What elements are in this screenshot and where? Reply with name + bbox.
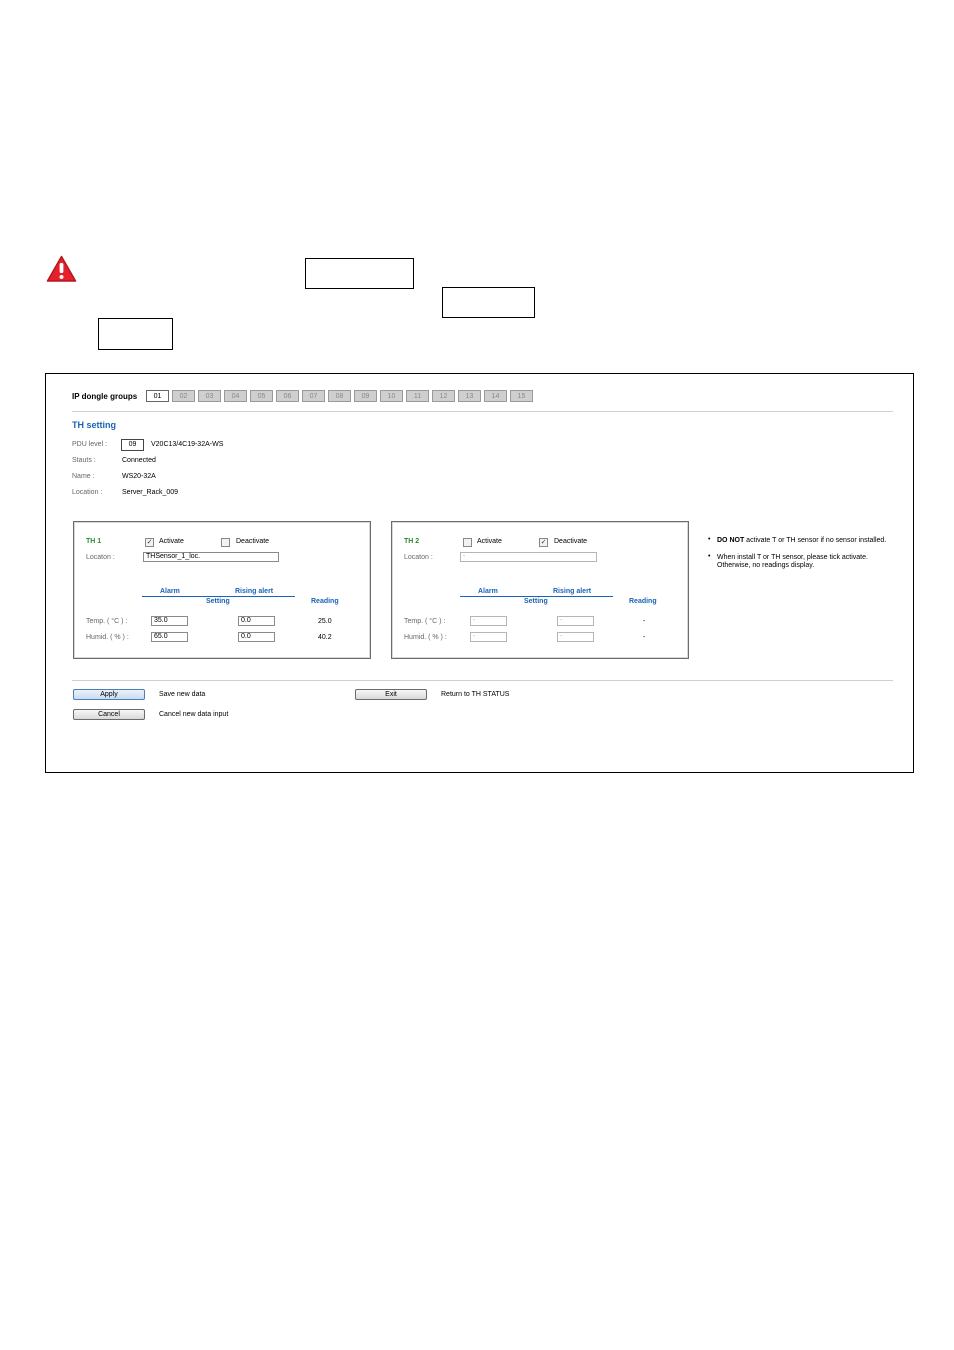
th2-humid-alarm-input[interactable]: - [470, 632, 507, 642]
th2-deactivate-checkbox[interactable]: ✓ [539, 538, 548, 547]
th1-humid-reading: 40.2 [318, 634, 332, 641]
pdu-level-value: 09 [121, 439, 144, 451]
document-box-2 [442, 287, 535, 318]
cancel-description: Cancel new data input [159, 711, 229, 718]
th2-rising-header: Rising alert [553, 588, 592, 595]
group-tab-10[interactable]: 10 [380, 390, 403, 402]
group-tab-06[interactable]: 06 [276, 390, 299, 402]
th1-deactivate-label: Deactivate [236, 538, 270, 545]
th1-humid-label: Humid. ( % ) : [86, 634, 129, 641]
th2-activate-label: Activate [477, 538, 502, 545]
document-box-3 [98, 318, 173, 350]
apply-button[interactable]: Apply [73, 689, 145, 700]
page-title: TH setting [72, 420, 116, 430]
note-2-line-1: When install T or TH sensor, please tick… [717, 554, 868, 561]
pdu-level-label: PDU level : [72, 441, 108, 448]
group-tab-12[interactable]: 12 [432, 390, 455, 402]
th1-location-input[interactable]: THSensor_1_loc. [143, 552, 279, 562]
apply-description: Save new data [159, 691, 206, 698]
group-tab-11[interactable]: 11 [406, 390, 429, 402]
th2-location-input[interactable]: - [460, 552, 597, 562]
name-label: Name : [72, 473, 95, 480]
th1-activate-label: Activate [159, 538, 184, 545]
th2-humid-label: Humid. ( % ) : [404, 634, 447, 641]
th1-temp-rising-input[interactable]: 0.0 [238, 616, 275, 626]
th1-panel: TH 1 ✓ Activate Deactivate Locaton : THS… [73, 521, 371, 659]
th1-rising-header: Rising alert [235, 588, 274, 595]
group-tab-14[interactable]: 14 [484, 390, 507, 402]
name-value: WS20-32A [122, 473, 156, 480]
group-tab-02[interactable]: 02 [172, 390, 195, 402]
th2-panel: TH 2 Activate ✓ Deactivate Locaton : - A… [391, 521, 689, 659]
th1-reading-header: Reading [311, 598, 339, 605]
th2-location-label: Locaton : [404, 554, 433, 561]
note-1: DO NOT activate T or TH sensor if no sen… [717, 537, 886, 544]
th1-alarm-header: Alarm [160, 588, 180, 595]
location-label: Location : [72, 489, 103, 496]
group-tab-01[interactable]: 01 [146, 390, 169, 402]
th2-setting-header: Setting [524, 598, 548, 605]
th1-temp-alarm-input[interactable]: 35.0 [151, 616, 188, 626]
group-tab-05[interactable]: 05 [250, 390, 273, 402]
divider-bottom [72, 680, 893, 681]
exit-button[interactable]: Exit [355, 689, 427, 700]
location-value: Server_Rack_009 [122, 489, 179, 496]
group-tab-04[interactable]: 04 [224, 390, 247, 402]
th2-activate-checkbox[interactable] [463, 538, 472, 547]
th1-title: TH 1 [86, 538, 102, 545]
th2-temp-label: Temp. ( °C ) : [404, 618, 446, 625]
status-label: Stauts : [72, 457, 96, 464]
divider-top [72, 411, 893, 412]
th2-alarm-header: Alarm [478, 588, 498, 595]
note-1-text: activate T or TH sensor if no sensor ins… [744, 537, 887, 544]
th1-location-label: Locaton : [86, 554, 115, 561]
exit-description: Return to TH STATUS [441, 691, 510, 698]
note-2-line-2: Otherwise, no readings display. [717, 562, 815, 569]
th2-header-line [460, 596, 613, 597]
th2-humid-rising-input[interactable]: - [557, 632, 594, 642]
th1-temp-reading: 25.0 [318, 618, 332, 625]
th2-reading-header: Reading [629, 598, 657, 605]
group-tab-03[interactable]: 03 [198, 390, 221, 402]
note-1-bold: DO NOT [717, 537, 745, 544]
th1-activate-checkbox[interactable]: ✓ [145, 538, 154, 547]
group-tab-07[interactable]: 07 [302, 390, 325, 402]
groups-label: IP dongle groups [72, 392, 138, 401]
warning-icon [46, 255, 77, 282]
cancel-button[interactable]: Cancel [73, 709, 145, 720]
group-tab-13[interactable]: 13 [458, 390, 481, 402]
th1-humid-alarm-input[interactable]: 65.0 [151, 632, 188, 642]
th2-temp-rising-input[interactable]: - [557, 616, 594, 626]
th-setting-screenshot: IP dongle groups TH setting PDU level : … [45, 373, 914, 773]
status-value: Connected [122, 457, 156, 464]
th2-humid-reading: - [643, 634, 646, 641]
note-bullet-1: • [708, 536, 711, 543]
th1-temp-label: Temp. ( °C ) : [86, 618, 128, 625]
th2-temp-alarm-input[interactable]: - [470, 616, 507, 626]
group-tab-08[interactable]: 08 [328, 390, 351, 402]
th1-header-line [142, 596, 295, 597]
note-bullet-2: • [708, 553, 711, 560]
th2-temp-reading: - [643, 618, 646, 625]
group-tab-09[interactable]: 09 [354, 390, 377, 402]
pdu-model: V20C13/4C19-32A-WS [151, 441, 224, 448]
th1-deactivate-checkbox[interactable] [221, 538, 230, 547]
th2-deactivate-label: Deactivate [554, 538, 588, 545]
th2-title: TH 2 [404, 538, 420, 545]
group-tab-15[interactable]: 15 [510, 390, 533, 402]
document-box-1 [305, 258, 414, 289]
th1-setting-header: Setting [206, 598, 230, 605]
th1-humid-rising-input[interactable]: 0.0 [238, 632, 275, 642]
